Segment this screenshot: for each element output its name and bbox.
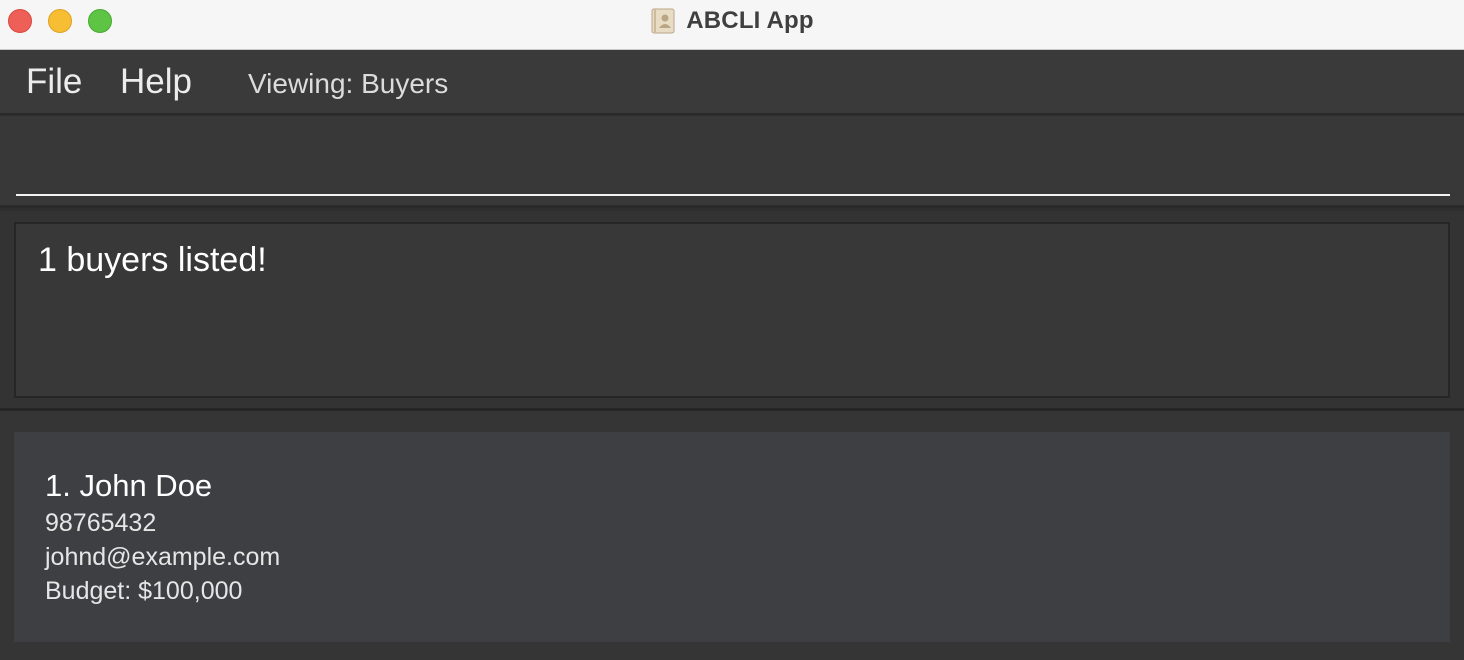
contacts-book-icon — [651, 8, 675, 34]
menu-help[interactable]: Help — [120, 62, 192, 102]
result-display-panel: 1 buyers listed! — [0, 211, 1464, 408]
buyer-email: johnd@example.com — [45, 543, 281, 571]
result-display[interactable]: 1 buyers listed! — [14, 222, 1450, 398]
window-title: ABCLI App — [686, 7, 814, 34]
buyer-card[interactable]: 1. John Doe 98765432 johnd@example.com B… — [14, 432, 1450, 642]
command-box — [0, 116, 1464, 208]
buyer-name: 1. John Doe — [45, 468, 213, 503]
buyer-phone: 98765432 — [45, 509, 157, 537]
menu-file[interactable]: File — [26, 62, 82, 102]
result-message: 1 buyers listed! — [38, 241, 267, 279]
command-input[interactable] — [16, 138, 1450, 196]
window-title-group: ABCLI App — [0, 5, 1464, 37]
menu-bar: File Help Viewing: Buyers — [0, 50, 1464, 115]
app-window: ABCLI App File Help Viewing: Buyers 1 bu… — [0, 0, 1464, 660]
buyer-list-panel[interactable]: 1. John Doe 98765432 johnd@example.com B… — [0, 411, 1464, 660]
title-bar: ABCLI App — [0, 0, 1464, 50]
buyer-budget: Budget: $100,000 — [45, 577, 243, 605]
viewing-status: Viewing: Buyers — [248, 68, 449, 99]
